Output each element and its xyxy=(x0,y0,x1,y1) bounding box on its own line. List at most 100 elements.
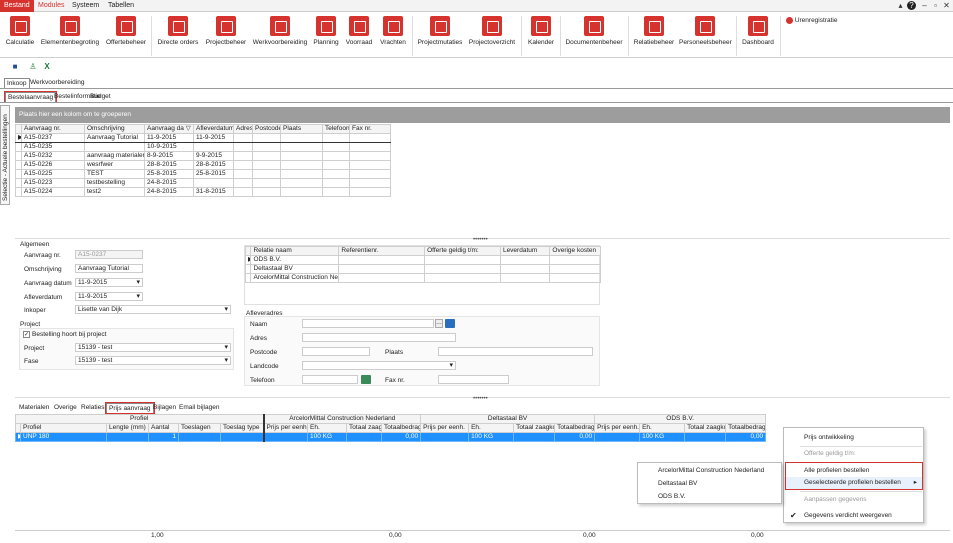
splitter[interactable]: ••••••• xyxy=(15,396,950,402)
table-row[interactable]: ▶ UNP 180 1 100 KG 0,00 100 KG 0,00 100 … xyxy=(15,432,767,442)
documentenbeheer-button[interactable]: Documentenbeheer xyxy=(564,16,624,58)
table-row[interactable]: A15-0225 TEST 25-8-2015 25-8-2015 xyxy=(15,169,391,179)
col-totaalbedrag[interactable]: Totaalbedrag xyxy=(554,423,596,433)
omschrijving-field[interactable]: Aanvraag Tutorial xyxy=(75,264,143,273)
tab-email-bijlagen[interactable]: Email bijlagen xyxy=(177,403,221,413)
plaats-field[interactable] xyxy=(438,347,593,356)
vrachten-button[interactable]: Vrachten xyxy=(378,16,408,58)
voorraad-button[interactable]: Voorraad xyxy=(344,16,374,58)
table-row[interactable]: A15-0226 wesrfwer 28-8-2015 28-8-2015 xyxy=(15,160,391,170)
telefoon-field[interactable] xyxy=(302,375,358,384)
col-toeslagen[interactable]: Toeslagen xyxy=(178,423,221,433)
col-relatie-naam[interactable]: Relatie naam xyxy=(250,246,340,256)
col-eh[interactable]: Eh. xyxy=(307,423,348,433)
tab-relaties[interactable]: Relaties xyxy=(79,403,106,413)
kalender-button[interactable]: Kalender xyxy=(526,16,556,58)
submenu-item-deltastaal[interactable]: Deltastaal BV xyxy=(638,478,781,490)
col-prijs-per-eenh[interactable]: Prijs per eenh. xyxy=(594,423,641,433)
col-totaal-zaagkosten[interactable]: Totaal zaagkos xyxy=(684,423,727,433)
phone-icon[interactable] xyxy=(361,375,371,384)
aanvraag-datum-picker[interactable]: 11-9-2015 xyxy=(75,278,143,287)
col-aanvraag-nr[interactable]: Aanvraag nr. xyxy=(21,124,85,134)
minimize-icon[interactable]: – xyxy=(920,1,929,10)
naam-field[interactable] xyxy=(302,319,434,328)
col-adres[interactable]: Adres xyxy=(233,124,253,134)
excel-icon[interactable]: X xyxy=(42,62,52,72)
tab-werkvoorbereiding[interactable]: Werkvoorbereiding xyxy=(28,78,86,88)
col-eh[interactable]: Eh. xyxy=(639,423,686,433)
close-icon[interactable]: ✕ xyxy=(942,1,951,10)
elementenbegroting-button[interactable]: Elementenbegroting xyxy=(40,16,100,58)
restore-icon[interactable]: ▫ xyxy=(931,1,940,10)
splitter[interactable]: ••••••• xyxy=(15,237,950,243)
table-row[interactable]: ▶ A15-0237Aanvraag Tutorial11-9-201511-9… xyxy=(15,133,391,143)
table-row[interactable]: A15-0223 testbestelling 24-8-2015 xyxy=(15,178,391,188)
relatiebeheer-button[interactable]: Relatiebeheer xyxy=(632,16,676,58)
ellipsis-button[interactable]: … xyxy=(435,319,443,328)
address-book-icon[interactable] xyxy=(445,319,455,328)
project-select[interactable]: 15139 - test xyxy=(75,343,231,352)
table-row[interactable]: A15-0224 test2 24-8-2015 31-8-2015 xyxy=(15,187,391,197)
tab-overige[interactable]: Overige xyxy=(52,403,79,413)
col-plaats[interactable]: Plaats xyxy=(280,124,323,134)
col-totaalbedrag[interactable]: Totaalbedrag xyxy=(725,423,767,433)
table-row[interactable]: ▶ODS B.V. xyxy=(244,255,601,265)
menu-item-gegevens-verdicht[interactable]: Gegevens verdicht weergeven xyxy=(784,510,923,522)
menu-tab-systeem[interactable]: Systeem xyxy=(68,0,103,12)
col-totaal-zaagkosten[interactable]: Totaal zaagkos xyxy=(513,423,556,433)
col-postcode[interactable]: Postcode xyxy=(252,124,281,134)
projectoverzicht-button[interactable]: Projectoverzicht xyxy=(468,16,516,58)
dashboard-button[interactable]: Dashboard xyxy=(740,16,776,58)
personeelsbeheer-button[interactable]: Personeelsbeheer xyxy=(679,16,732,58)
tab-prijs-aanvraag[interactable]: Prijs aanvraag xyxy=(105,402,155,414)
col-totaal-zaagkosten[interactable]: Totaal zaagkos xyxy=(346,423,383,433)
directe-orders-button[interactable]: Directe orders xyxy=(156,16,200,58)
col-afleverdatum[interactable]: Afleverdatum xyxy=(193,124,234,134)
col-profiel[interactable]: Profiel xyxy=(20,423,107,433)
save-icon[interactable]: ■ xyxy=(10,62,20,72)
bestelling-project-checkbox[interactable]: ✓ xyxy=(23,331,30,338)
postcode-field[interactable] xyxy=(302,347,370,356)
person-icon[interactable]: ♙ xyxy=(28,62,38,72)
col-toeslag-type[interactable]: Toeslag type xyxy=(219,423,265,433)
submenu-item-ods[interactable]: ODS B.V. xyxy=(638,491,781,503)
fase-select[interactable]: 15139 - test xyxy=(75,356,231,365)
projectbeheer-button[interactable]: Projectbeheer xyxy=(204,16,248,58)
submenu-item-arcelor[interactable]: ArcelorMittal Construction Nederland xyxy=(638,465,781,477)
collapse-icon[interactable]: ▴ xyxy=(896,1,905,10)
menu-tab-modules[interactable]: Modules xyxy=(34,0,68,12)
col-omschrijving[interactable]: Omschrijving xyxy=(84,124,145,134)
tab-bestelaanvraag[interactable]: Bestelaanvraag xyxy=(3,91,58,103)
menu-tab-bestand[interactable]: Bestand xyxy=(0,0,34,12)
fax-field[interactable] xyxy=(438,375,509,384)
col-offerte-geldig[interactable]: Offerte geldig t/m: xyxy=(424,246,501,256)
tab-inkoop[interactable]: Inkoop xyxy=(4,78,30,88)
table-row[interactable]: Deltastaal BV xyxy=(244,264,601,274)
table-row[interactable]: A15-0235 10-9-2015 xyxy=(15,142,391,152)
help-icon[interactable]: ? xyxy=(907,1,916,10)
col-fax[interactable]: Fax nr. xyxy=(349,124,391,134)
tab-budget[interactable]: Budget xyxy=(88,92,113,102)
col-aantal[interactable]: Aantal xyxy=(148,423,179,433)
group-by-area[interactable]: Plaats hier een kolom om te groeperen xyxy=(15,107,950,123)
col-aanvraag-datum[interactable]: Aanvraag da ▽ xyxy=(144,124,194,134)
col-eh[interactable]: Eh. xyxy=(468,423,515,433)
col-leverdatum[interactable]: Leverdatum xyxy=(499,246,551,256)
col-prijs-per-eenh[interactable]: Prijs per eenh. xyxy=(262,423,309,433)
tab-bijlagen[interactable]: Bijlagen xyxy=(151,403,178,413)
tab-materialen[interactable]: Materialen xyxy=(17,403,51,413)
side-panel-tab[interactable]: Selectie - Actuele bestellingen xyxy=(0,105,10,205)
inkoper-select[interactable]: Lisette van Dijk xyxy=(75,305,231,314)
werkvoorbereiding-button[interactable]: Werkvoorbereiding xyxy=(252,16,308,58)
offertebeheer-button[interactable]: Offertebeheer xyxy=(104,16,148,58)
col-totaalbedrag[interactable]: Totaalbedrag xyxy=(381,423,422,433)
menu-item-prijs-ontwikkeling[interactable]: Prijs ontwikkeling xyxy=(784,432,923,444)
projectmutaties-button[interactable]: Projectmutaties xyxy=(416,16,464,58)
table-row[interactable]: ArcelorMittal Construction Nederland xyxy=(244,273,601,283)
col-prijs-per-eenh[interactable]: Prijs per eenh. xyxy=(420,423,470,433)
planning-button[interactable]: Planning xyxy=(312,16,340,58)
col-referentienr[interactable]: Referentienr. xyxy=(338,246,426,256)
adres-field[interactable] xyxy=(302,333,456,342)
col-overige-kosten[interactable]: Overige kosten xyxy=(549,246,601,256)
urenregistratie-button[interactable]: Urenregistratie xyxy=(786,16,837,26)
